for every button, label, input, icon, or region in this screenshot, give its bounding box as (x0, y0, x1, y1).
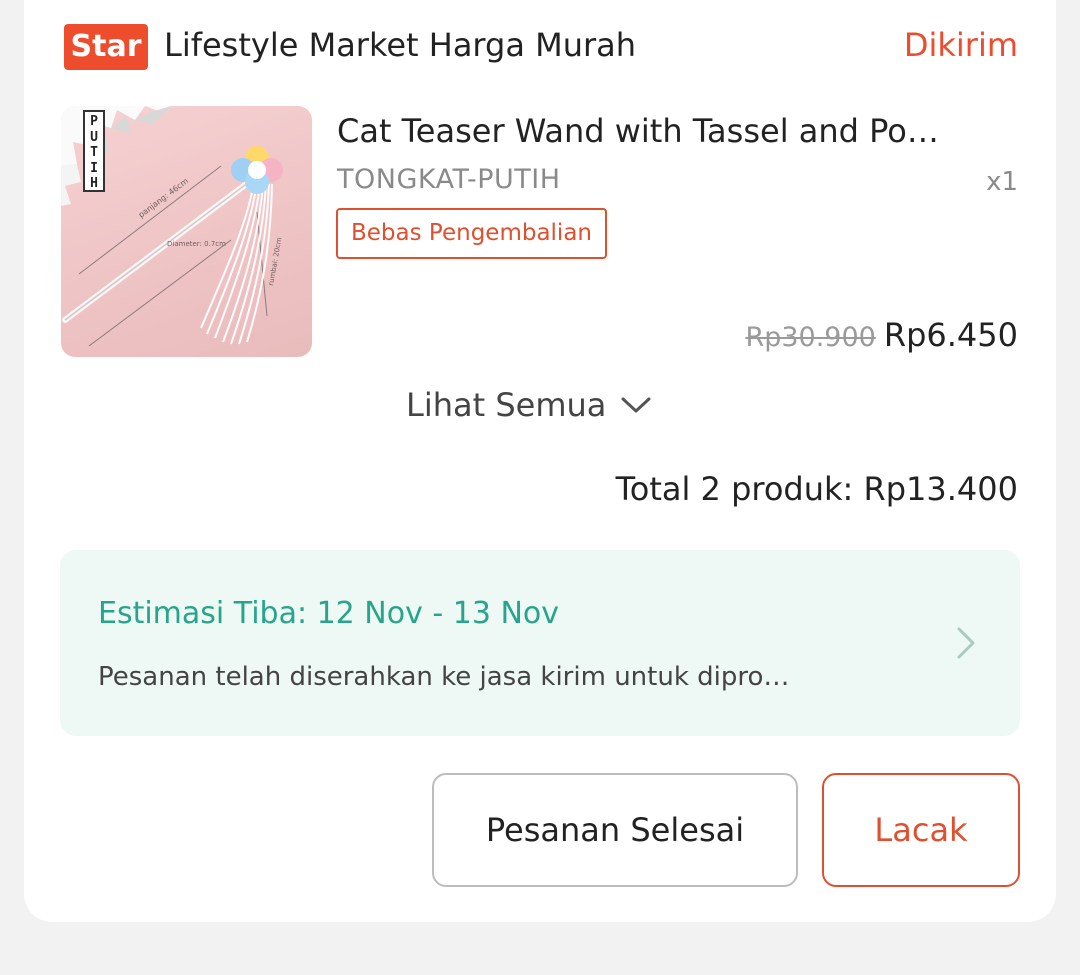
free-returns-badge: Bebas Pengembalian (336, 208, 607, 259)
original-price: Rp30.900 (745, 322, 876, 353)
delivery-estimate-panel[interactable]: Estimasi Tiba: 12 Nov - 13 Nov Pesanan t… (60, 550, 1020, 736)
see-all-button[interactable]: Lihat Semua (406, 382, 652, 428)
delivery-eta: Estimasi Tiba: 12 Nov - 13 Nov (98, 596, 560, 631)
chevron-down-icon (621, 397, 651, 413)
order-status: Dikirim (903, 26, 1018, 64)
svg-text:panjang: 46cm: panjang: 46cm (137, 176, 190, 219)
shop-badge: Star (64, 24, 148, 70)
svg-text:Diameter: 0.7cm: Diameter: 0.7cm (167, 240, 226, 248)
complete-order-button[interactable]: Pesanan Selesai (432, 773, 798, 887)
see-all-label: Lihat Semua (406, 386, 607, 424)
image-tag: P U T I H (83, 110, 105, 192)
order-total: Total 2 produk: Rp13.400 (615, 470, 1018, 508)
price-row: Rp30.900 Rp6.450 (745, 312, 1018, 361)
svg-text:rumbai: 20cm: rumbai: 20cm (267, 237, 283, 287)
chevron-right-icon (957, 627, 975, 659)
product-quantity: x1 (986, 167, 1018, 197)
product-variant: TONGKAT-PUTIH (337, 164, 561, 195)
delivery-status-text: Pesanan telah diserahkan ke jasa kirim u… (98, 662, 790, 692)
track-order-button[interactable]: Lacak (822, 773, 1020, 887)
shop-name[interactable]: Lifestyle Market Harga Murah (164, 22, 636, 68)
current-price: Rp6.450 (883, 316, 1018, 354)
product-title[interactable]: Cat Teaser Wand with Tassel and Po… (337, 108, 1027, 154)
product-image[interactable]: panjang: 46cm Diameter: 0.7cm rumbai: 20… (61, 106, 312, 357)
order-card: Star Lifestyle Market Harga Murah Dikiri… (24, 0, 1056, 922)
